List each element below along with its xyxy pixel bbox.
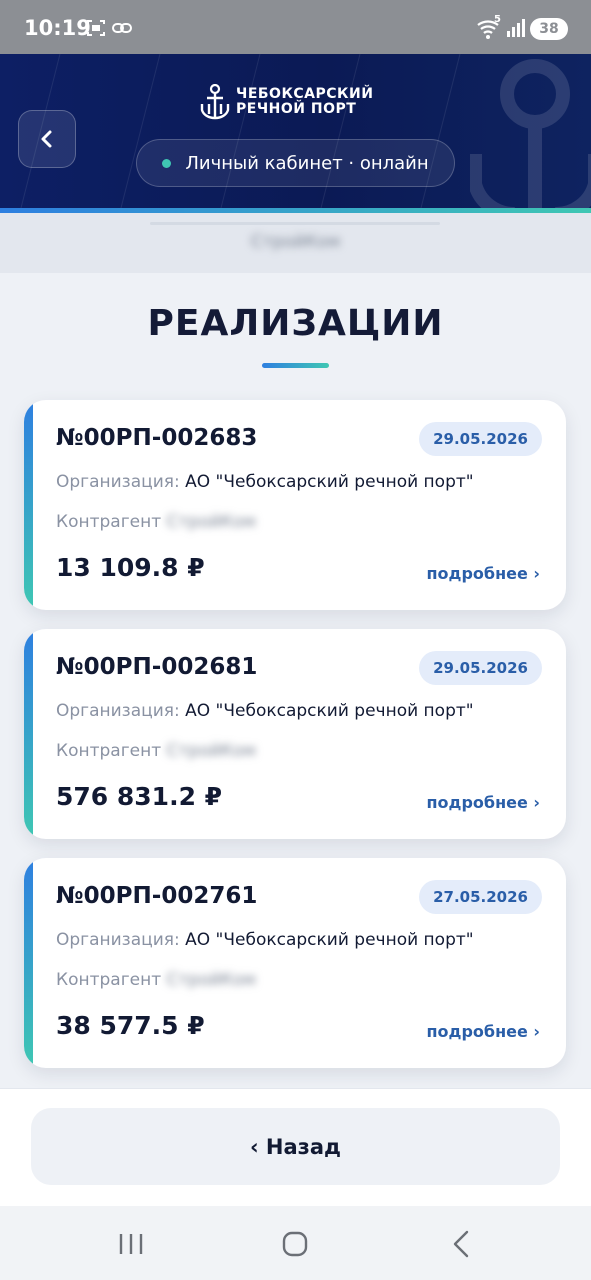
header-texture (19, 54, 461, 212)
counterparty-value: СтройКом (166, 741, 256, 761)
counterparty-line: Контрагент СтройКом (56, 512, 256, 532)
card-accent-stripe (24, 400, 33, 610)
account-status-text: Личный кабинет · онлайн (185, 152, 429, 174)
document-number: №00РП-002761 (56, 883, 258, 909)
page-title: РЕАЛИЗАЦИИ (147, 303, 444, 344)
amount: 38 577.5 ₽ (56, 1011, 205, 1040)
link-icon (112, 19, 132, 41)
chevron-left-icon (41, 130, 52, 148)
counterparty-label: Контрагент (56, 741, 162, 761)
account-status-pill: Личный кабинет · онлайн (136, 139, 455, 187)
organization-line: Организация: АО "Чебоксарский речной пор… (56, 701, 474, 721)
network-type-label: 5 (494, 14, 501, 25)
amount: 576 831.2 ₽ (56, 782, 223, 811)
company-logo: ЧЕБОКСАРСКИЙ РЕЧНОЙ ПОРТ (200, 82, 373, 122)
status-bar: 10:19 5 38 (0, 0, 591, 54)
logo-line-2: РЕЧНОЙ ПОРТ (236, 101, 357, 117)
screenshot-icon (86, 19, 106, 41)
subheader-client-name: СтройКом (250, 232, 341, 252)
details-link[interactable]: подробнее › (426, 793, 540, 812)
online-indicator (162, 158, 172, 168)
details-link[interactable]: подробнее › (426, 564, 540, 583)
realization-card[interactable]: №00РП-002681 29.05.2026 Организация: АО … (24, 629, 566, 839)
title-accent-bar (262, 363, 329, 368)
app-header (0, 54, 591, 212)
battery-badge: 38 (530, 18, 568, 40)
logo-line-1: ЧЕБОКСАРСКИЙ (236, 86, 374, 102)
counterparty-label: Контрагент (56, 970, 162, 990)
organization-label: Организация: (56, 701, 180, 721)
subheader-underline (150, 222, 440, 225)
home-icon[interactable] (282, 1231, 308, 1261)
realization-card[interactable]: №00РП-002683 29.05.2026 Организация: АО … (24, 400, 566, 610)
counterparty-value: СтройКом (166, 512, 256, 532)
header-back-button[interactable] (18, 110, 76, 168)
realization-card[interactable]: №00РП-002761 27.05.2026 Организация: АО … (24, 858, 566, 1068)
date-badge: 29.05.2026 (419, 422, 542, 456)
amount: 13 109.8 ₽ (56, 553, 205, 582)
recent-apps-icon[interactable] (118, 1232, 144, 1260)
date-badge: 29.05.2026 (419, 651, 542, 685)
counterparty-value: СтройКом (166, 970, 256, 990)
organization-label: Организация: (56, 930, 180, 950)
document-number: №00РП-002683 (56, 425, 258, 451)
signal-icon (506, 18, 526, 42)
card-accent-stripe (24, 629, 33, 839)
status-time: 10:19 (24, 16, 91, 40)
system-back-icon[interactable] (452, 1230, 470, 1262)
organization-value: АО "Чебоксарский речной порт" (185, 701, 474, 721)
counterparty-line: Контрагент СтройКом (56, 970, 256, 990)
organization-line: Организация: АО "Чебоксарский речной пор… (56, 472, 474, 492)
organization-value: АО "Чебоксарский речной порт" (185, 472, 474, 492)
document-number: №00РП-002681 (56, 654, 258, 680)
anchor-logo-icon (200, 84, 230, 120)
organization-line: Организация: АО "Чебоксарский речной пор… (56, 930, 474, 950)
back-button[interactable]: ‹ Назад (31, 1108, 560, 1185)
system-nav-bar (0, 1206, 591, 1280)
counterparty-label: Контрагент (56, 512, 162, 532)
organization-value: АО "Чебоксарский речной порт" (185, 930, 474, 950)
organization-label: Организация: (56, 472, 180, 492)
date-badge: 27.05.2026 (419, 880, 542, 914)
card-accent-stripe (24, 858, 33, 1068)
counterparty-line: Контрагент СтройКом (56, 741, 256, 761)
details-link[interactable]: подробнее › (426, 1022, 540, 1041)
